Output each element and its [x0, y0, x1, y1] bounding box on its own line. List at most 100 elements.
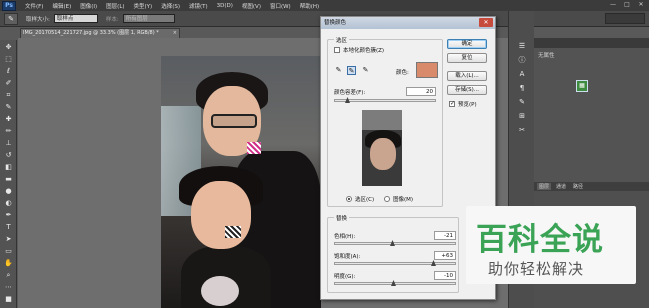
pen-tool-icon[interactable]: ✒ — [3, 210, 14, 221]
eyedropper-icon[interactable]: ✎ — [4, 12, 18, 25]
eyedropper-tool-icon[interactable]: ✎ — [3, 102, 14, 113]
menu-image[interactable]: 图像(I) — [80, 2, 97, 10]
adjustments-panel-icon[interactable]: ⊞ — [516, 111, 528, 122]
tool-presets-icon[interactable]: ✂ — [516, 125, 528, 136]
healing-tool-icon[interactable]: ✚ — [3, 114, 14, 125]
menu-edit[interactable]: 编辑(E) — [52, 2, 71, 10]
lightness-input[interactable]: -10 — [434, 271, 456, 280]
brush-tool-icon[interactable]: ✏ — [3, 126, 14, 137]
document-tab-title: IMG_20170514_221727.jpg @ 33.3% (图层 1, R… — [23, 30, 159, 36]
close-document-icon[interactable]: × — [173, 29, 177, 38]
replacement-group-title: 替换 — [334, 214, 350, 222]
menu-window[interactable]: 窗口(W) — [270, 2, 291, 10]
preview-checkbox[interactable] — [449, 100, 455, 107]
saturation-input[interactable]: +63 — [434, 251, 456, 260]
shape-tool-icon[interactable]: ▭ — [3, 246, 14, 257]
hue-input[interactable]: -21 — [434, 231, 456, 240]
eyedropper-icon[interactable]: ✎ — [334, 66, 343, 75]
properties-title: 无属性 — [538, 53, 555, 59]
dodge-tool-icon[interactable]: ◐ — [3, 198, 14, 209]
character-panel-icon[interactable]: A — [516, 69, 528, 80]
lasso-tool-icon[interactable]: ℓ — [3, 66, 14, 77]
menu-help[interactable]: 帮助(H) — [300, 2, 319, 10]
history-panel-icon[interactable]: ☰ — [516, 41, 528, 52]
move-tool-icon[interactable]: ✥ — [3, 42, 14, 53]
hue-slider-thumb[interactable] — [390, 240, 395, 246]
selection-group-title: 选区 — [334, 36, 350, 44]
menu-file[interactable]: 文件(F) — [25, 2, 43, 10]
menu-3d[interactable]: 3D(D) — [217, 3, 233, 9]
selection-group: 选区 本地化颜色簇(Z) ✎ ✎ ✎ 颜色: 颜色容差(F): 20 选区(C)… — [327, 36, 443, 207]
tab-paths[interactable]: 路径 — [571, 183, 585, 190]
image-radio[interactable] — [384, 196, 390, 202]
extra-tools-icon[interactable]: ⋯ — [3, 282, 14, 293]
toolbox: ✥ ⬚ ℓ ✐ ⌗ ✎ ✚ ✏ ⊥ ↺ ◧ ▬ ● ◐ ✒ T ➤ ▭ ✋ ⌕ … — [0, 40, 17, 308]
sample-size-select[interactable]: 取样点 — [53, 14, 98, 23]
fuzziness-label: 颜色容差(F): — [334, 90, 366, 96]
lightness-slider-thumb[interactable] — [391, 280, 396, 286]
tab-channels[interactable]: 通道 — [554, 183, 568, 190]
selection-radio-label: 选区(C) — [355, 197, 375, 203]
history-brush-icon[interactable]: ↺ — [3, 150, 14, 161]
menu-view[interactable]: 视图(V) — [242, 2, 261, 10]
crop-tool-icon[interactable]: ⌗ — [3, 90, 14, 101]
color-swatch[interactable] — [416, 62, 438, 78]
eyedropper-plus-icon[interactable]: ✎ — [347, 66, 356, 75]
watermark-subtitle: 助你轻松解决 — [488, 260, 585, 278]
localized-label: 本地化颜色簇(Z) — [343, 48, 385, 54]
save-button[interactable]: 存储(S)... — [447, 85, 487, 95]
window-controls: — □ ✕ — [609, 1, 645, 9]
sample-label: 样本: — [105, 16, 119, 23]
brush-panel-icon[interactable]: ✎ — [516, 97, 528, 108]
lightness-slider[interactable] — [334, 280, 456, 286]
selection-radio[interactable] — [346, 196, 352, 202]
zoom-tool-icon[interactable]: ⌕ — [3, 270, 14, 281]
menu-type[interactable]: 类型(Y) — [134, 2, 153, 10]
workspace-switcher[interactable] — [605, 13, 645, 24]
fuzziness-slider-thumb[interactable] — [345, 97, 350, 103]
path-select-icon[interactable]: ➤ — [3, 234, 14, 245]
saturation-slider[interactable] — [334, 260, 456, 266]
type-tool-icon[interactable]: T — [3, 222, 14, 233]
hue-slider[interactable] — [334, 240, 456, 246]
dialog-close-button[interactable]: ✕ — [479, 18, 493, 27]
document-photo[interactable] — [161, 56, 321, 308]
eraser-tool-icon[interactable]: ◧ — [3, 162, 14, 173]
ok-button[interactable]: 确定 — [447, 39, 487, 49]
sample-select[interactable]: 所有图层 — [122, 14, 175, 23]
maximize-button[interactable]: □ — [623, 1, 631, 9]
fuzziness-input[interactable]: 20 — [406, 87, 436, 96]
close-window-button[interactable]: ✕ — [637, 1, 645, 9]
properties-panel-icon[interactable]: ⓘ — [516, 55, 528, 66]
menu-bar: Ps 文件(F) 编辑(E) 图像(I) 图层(L) 类型(Y) 选择(S) 滤… — [0, 0, 649, 11]
minimize-button[interactable]: — — [609, 1, 617, 9]
marquee-tool-icon[interactable]: ⬚ — [3, 54, 14, 65]
fuzziness-slider[interactable] — [334, 97, 436, 103]
tab-layers[interactable]: 图层 — [537, 183, 552, 190]
load-button[interactable]: 载入(L)... — [447, 71, 487, 81]
color-label: 颜色: — [396, 70, 409, 76]
localized-checkbox[interactable] — [334, 47, 340, 53]
saturation-label: 饱和度(A): — [334, 254, 361, 260]
gradient-tool-icon[interactable]: ▬ — [3, 174, 14, 185]
menu-select[interactable]: 选择(S) — [161, 2, 180, 10]
quick-select-tool-icon[interactable]: ✐ — [3, 78, 14, 89]
photoshop-window: Ps 文件(F) 编辑(E) 图像(I) 图层(L) 类型(Y) 选择(S) 滤… — [0, 0, 649, 308]
hand-tool-icon[interactable]: ✋ — [3, 258, 14, 269]
menu-layer[interactable]: 图层(L) — [106, 2, 124, 10]
paragraph-panel-icon[interactable]: ¶ — [516, 83, 528, 94]
blur-tool-icon[interactable]: ● — [3, 186, 14, 197]
menu-filter[interactable]: 滤镜(T) — [189, 2, 208, 10]
adjustment-layer-icon: ▦ — [576, 80, 588, 92]
saturation-slider-thumb[interactable] — [431, 260, 436, 266]
dialog-title: 替换颜色 — [321, 17, 495, 29]
preview-label: 预览(P) — [458, 102, 477, 108]
reset-button[interactable]: 复位 — [447, 53, 487, 63]
ps-logo: Ps — [2, 0, 16, 11]
layers-panel-tabs: 图层 通道 路径 — [534, 182, 649, 191]
stamp-tool-icon[interactable]: ⊥ — [3, 138, 14, 149]
eyedropper-minus-icon[interactable]: ✎ — [361, 66, 370, 75]
color-swatches-icon[interactable]: ■ — [3, 294, 14, 305]
document-tab[interactable]: IMG_20170514_221727.jpg @ 33.3% (图层 1, R… — [20, 28, 180, 38]
lightness-label: 明度(G): — [334, 274, 356, 280]
